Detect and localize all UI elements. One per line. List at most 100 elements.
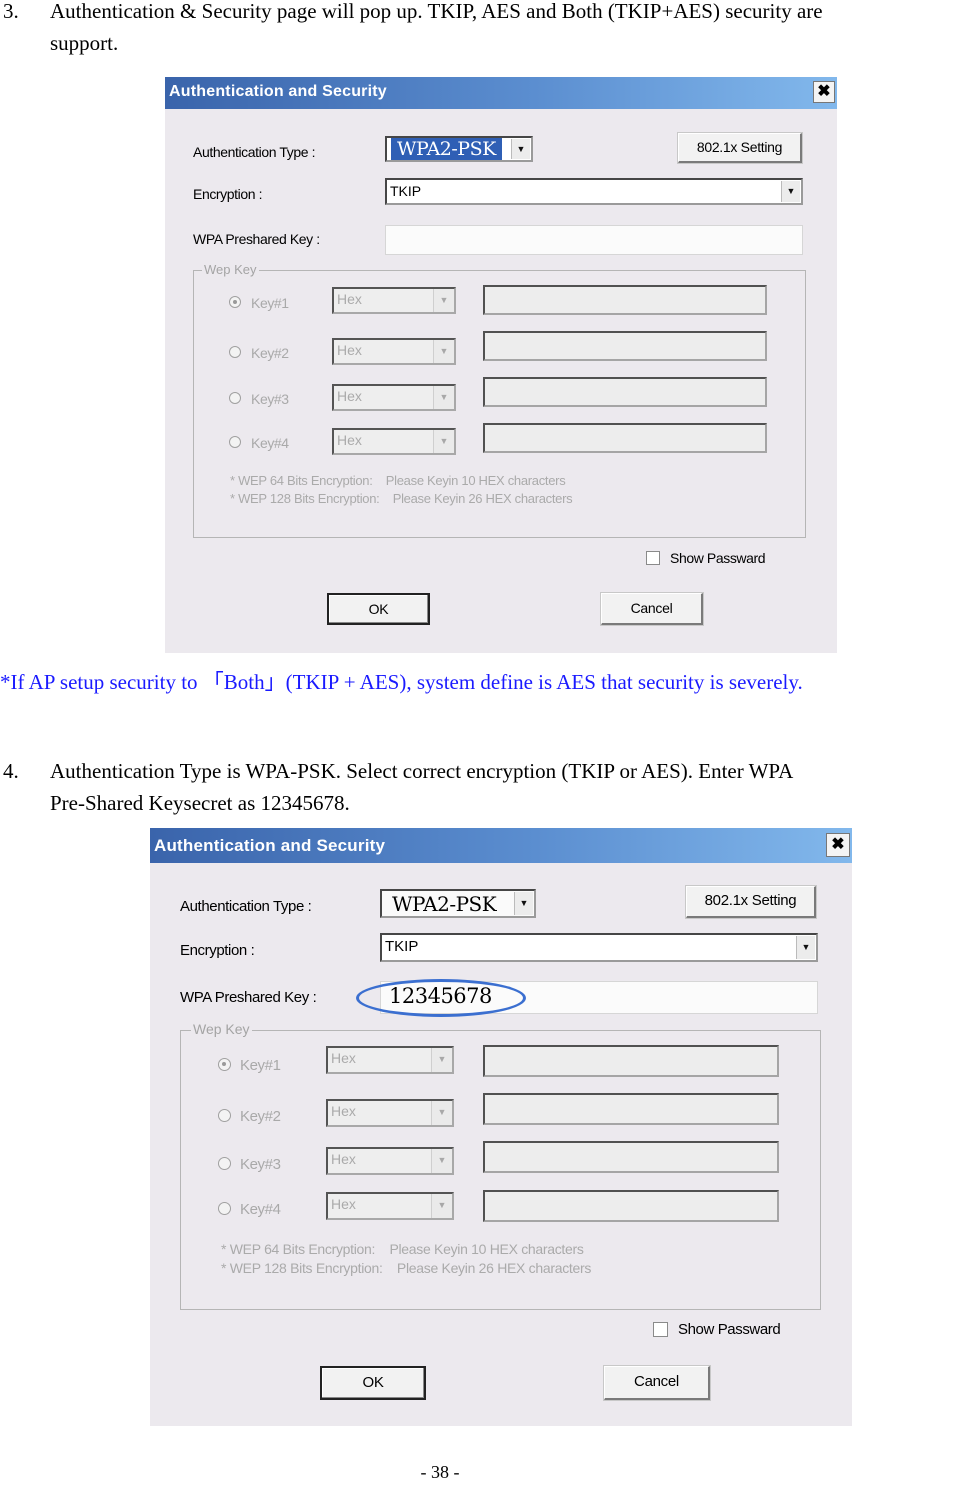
show-password-checkbox[interactable] [653, 1322, 668, 1337]
chevron-down-icon[interactable]: ▼ [433, 386, 454, 409]
key4-format-select[interactable]: Hex ▼ [332, 428, 456, 455]
key2-input[interactable] [483, 331, 767, 361]
chevron-down-icon[interactable]: ▼ [431, 1101, 452, 1125]
dialog-title: Authentication and Security [154, 836, 386, 855]
key1-format-value: Hex [337, 291, 362, 307]
key3-radio[interactable] [218, 1157, 231, 1170]
key4-label: Key#4 [240, 1201, 281, 1218]
wep128-hint: * WEP 128 Bits Encryption: Please Keyin … [221, 1260, 592, 1276]
auth-security-dialog-2: Authentication and Security ✖ Authentica… [150, 828, 852, 1426]
key3-format-select[interactable]: Hex ▼ [332, 384, 456, 411]
cancel-button[interactable]: Cancel [604, 1366, 710, 1400]
auth-type-select[interactable]: WPA2-PSK ▼ [385, 136, 533, 162]
highlight-ellipse [356, 979, 526, 1017]
chevron-down-icon[interactable]: ▼ [433, 430, 454, 453]
encryption-value: TKIP [385, 938, 419, 955]
key2-format-select[interactable]: Hex ▼ [332, 338, 456, 365]
chevron-down-icon[interactable]: ▼ [431, 1149, 452, 1173]
close-icon[interactable]: ✖ [826, 833, 850, 857]
step-text-line1: Authentication & Security page will pop … [50, 0, 823, 23]
key1-format-select[interactable]: Hex ▼ [326, 1046, 454, 1074]
key3-input[interactable] [483, 1141, 779, 1173]
chevron-down-icon[interactable]: ▼ [781, 181, 800, 202]
wep-key-legend: Wep Key [202, 262, 259, 277]
title-bar[interactable]: Authentication and Security ✖ [165, 77, 837, 109]
show-password-label[interactable]: Show Passward [678, 1321, 781, 1338]
step-text-line2: support. [50, 31, 119, 55]
chevron-down-icon[interactable]: ▼ [433, 340, 454, 363]
key3-format-select[interactable]: Hex ▼ [326, 1147, 454, 1175]
key4-input[interactable] [483, 423, 767, 453]
page-number: - 38 - [420, 1462, 460, 1482]
wep-key-group: Wep Key Key#1 Hex ▼ Key#2 Hex ▼ Key#3 He… [193, 262, 806, 538]
close-icon[interactable]: ✖ [813, 81, 835, 103]
key2-format-value: Hex [337, 342, 362, 358]
auth-type-value: WPA2-PSK [391, 138, 502, 160]
step-text-line2: Pre-Shared Keysecret as 12345678. [50, 791, 350, 815]
chevron-down-icon[interactable]: ▼ [433, 289, 454, 312]
key3-label: Key#3 [251, 391, 289, 407]
chevron-down-icon[interactable]: ▼ [511, 139, 530, 159]
key3-format-value: Hex [331, 1151, 356, 1167]
step-number: 3. [3, 0, 19, 23]
ok-button[interactable]: OK [327, 593, 430, 625]
encryption-select[interactable]: TKIP ▼ [385, 178, 803, 205]
key1-radio[interactable] [229, 296, 241, 308]
wep64-hint: * WEP 64 Bits Encryption: Please Keyin 1… [230, 473, 566, 488]
show-password-label[interactable]: Show Passward [670, 550, 766, 566]
wep128-hint: * WEP 128 Bits Encryption: Please Keyin … [230, 491, 573, 506]
auth-type-value: WPA2-PSK [392, 892, 497, 916]
ok-button[interactable]: OK [320, 1366, 426, 1400]
key2-radio[interactable] [218, 1109, 231, 1122]
wep-key-legend: Wep Key [191, 1021, 252, 1037]
chevron-down-icon[interactable]: ▼ [514, 892, 533, 915]
auth-type-select[interactable]: WPA2-PSK ▼ [380, 889, 536, 918]
cancel-button[interactable]: Cancel [601, 593, 703, 625]
auth-type-label: Authentication Type : [180, 898, 312, 915]
key2-label: Key#2 [251, 345, 289, 361]
psk-input[interactable] [385, 225, 803, 255]
key3-input[interactable] [483, 377, 767, 407]
auth-type-label: Authentication Type : [193, 144, 316, 160]
encryption-select[interactable]: TKIP ▼ [380, 933, 818, 962]
key1-input[interactable] [483, 285, 767, 315]
key2-format-value: Hex [331, 1103, 356, 1119]
step-4-paragraph: 4. Authentication Type is WPA-PSK. Selec… [0, 754, 971, 824]
chevron-down-icon[interactable]: ▼ [431, 1048, 452, 1072]
key4-label: Key#4 [251, 435, 289, 451]
key4-format-select[interactable]: Hex ▼ [326, 1192, 454, 1220]
step-3-paragraph: 3. Authentication & Security page will p… [0, 0, 971, 64]
encryption-label: Encryption : [193, 186, 263, 202]
8021x-setting-button[interactable]: 802.1x Setting [678, 133, 802, 163]
key1-label: Key#1 [240, 1057, 281, 1074]
8021x-setting-button[interactable]: 802.1x Setting [686, 886, 816, 918]
encryption-value: TKIP [390, 183, 422, 199]
dialog-title: Authentication and Security [169, 83, 387, 100]
key1-input[interactable] [483, 1045, 779, 1077]
psk-label: WPA Preshared Key : [180, 989, 317, 1006]
key2-format-select[interactable]: Hex ▼ [326, 1099, 454, 1127]
wep-key-group: Wep Key Key#1 Hex ▼ Key#2 Hex ▼ Key#3 He… [180, 1021, 821, 1310]
encryption-label: Encryption : [180, 942, 255, 959]
key2-input[interactable] [483, 1093, 779, 1125]
key3-label: Key#3 [240, 1156, 281, 1173]
title-bar[interactable]: Authentication and Security ✖ [150, 828, 852, 863]
auth-security-dialog-1: Authentication and Security ✖ Authentica… [165, 77, 837, 653]
key4-radio[interactable] [218, 1202, 231, 1215]
key4-radio[interactable] [229, 436, 241, 448]
key1-radio[interactable] [218, 1058, 231, 1071]
chevron-down-icon[interactable]: ▼ [431, 1194, 452, 1218]
show-password-checkbox[interactable] [646, 551, 660, 565]
key3-format-value: Hex [337, 388, 362, 404]
psk-label: WPA Preshared Key : [193, 231, 320, 247]
key2-radio[interactable] [229, 346, 241, 358]
key1-format-select[interactable]: Hex ▼ [332, 287, 456, 314]
key1-format-value: Hex [331, 1050, 356, 1066]
key3-radio[interactable] [229, 392, 241, 404]
note-text: *If AP setup security to 「Both」(TKIP + A… [0, 670, 803, 694]
key4-input[interactable] [483, 1190, 779, 1222]
chevron-down-icon[interactable]: ▼ [796, 936, 815, 959]
key4-format-value: Hex [331, 1196, 356, 1212]
wep64-hint: * WEP 64 Bits Encryption: Please Keyin 1… [221, 1241, 584, 1257]
key1-label: Key#1 [251, 295, 289, 311]
